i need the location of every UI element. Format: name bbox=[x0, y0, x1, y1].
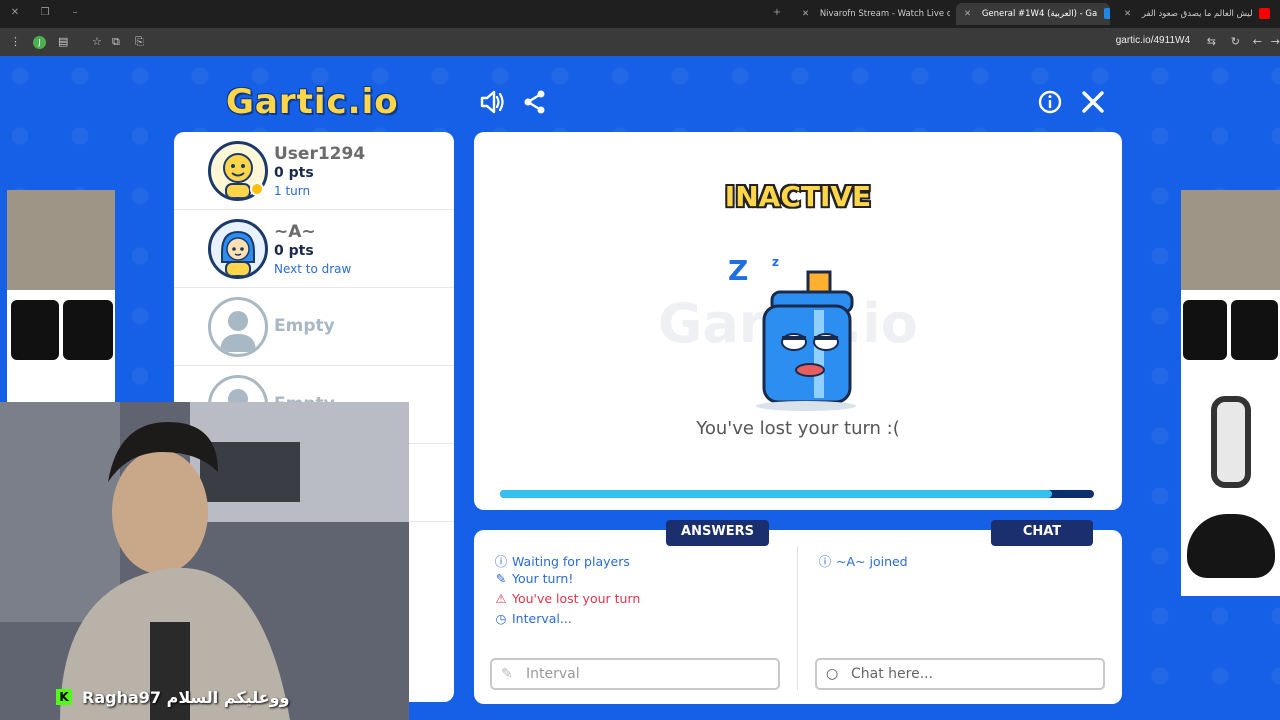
site-settings-icon[interactable]: ⇆ bbox=[1207, 35, 1216, 48]
info-icon: ⓘ bbox=[494, 554, 508, 569]
sound-icon[interactable] bbox=[478, 88, 506, 116]
close-icon[interactable] bbox=[1079, 88, 1107, 116]
back-icon[interactable]: ← bbox=[1253, 35, 1262, 48]
menu-dots-icon[interactable]: ⋮ bbox=[10, 35, 21, 48]
bookmark-star-icon[interactable]: ☆ bbox=[92, 35, 102, 48]
close-tab-icon[interactable]: ✕ bbox=[964, 9, 971, 19]
gartic-favicon-icon bbox=[1103, 8, 1110, 19]
webcam-overlay bbox=[0, 402, 409, 720]
cast-icon[interactable]: ⎘ bbox=[135, 35, 144, 49]
player-row[interactable]: User1294 0 pts 1 turn bbox=[174, 132, 454, 210]
progress-fill bbox=[500, 490, 1053, 498]
browser-address-bar: ⋮ ▤ ☆ ⧉ ⎘ gartic.io/4911W4 ⇆ ↻ ← → bbox=[0, 28, 1280, 56]
player-row-empty: Empty bbox=[174, 288, 454, 366]
player-avatar bbox=[208, 219, 268, 279]
window-minimize-icon[interactable]: – bbox=[68, 6, 82, 20]
share-icon[interactable] bbox=[521, 88, 549, 116]
camo-hoodie-image bbox=[1181, 190, 1280, 290]
window-maximize-icon[interactable]: ❐ bbox=[38, 6, 52, 20]
window-close-icon[interactable]: ✕ bbox=[8, 6, 22, 20]
answer-message: ◷ Interval... bbox=[495, 611, 572, 626]
tab-youtube[interactable]: ✕ ليش العالم ما يصدق صعود الفر bbox=[1116, 3, 1280, 25]
close-tab-icon[interactable]: ✕ bbox=[802, 9, 809, 19]
answer-message: ⓘ Waiting for players bbox=[494, 551, 630, 570]
svg-text:z: z bbox=[772, 255, 779, 269]
forward-icon[interactable]: → bbox=[1271, 35, 1280, 48]
black-jacket-image bbox=[1231, 300, 1278, 360]
new-tab-icon[interactable]: + bbox=[770, 6, 784, 20]
host-badge-icon bbox=[250, 182, 264, 196]
answers-tab[interactable]: ANSWERS bbox=[666, 520, 769, 546]
warning-icon: ⚠ bbox=[495, 591, 507, 606]
url-field[interactable]: gartic.io/4911W4 bbox=[1116, 35, 1190, 46]
tab-gartic[interactable]: ✕ General #1W4 (العربية) - Ga bbox=[956, 3, 1110, 25]
chat-message: ⓘ ~A~ joined bbox=[818, 551, 908, 570]
close-tab-icon[interactable]: ✕ bbox=[1124, 9, 1131, 19]
reload-icon[interactable]: ↻ bbox=[1231, 35, 1240, 48]
youtube-favicon-icon bbox=[1259, 8, 1271, 19]
empty-avatar-icon bbox=[208, 297, 268, 357]
webcam-caption: Ragha97 ووعليكم السلام bbox=[82, 688, 290, 707]
black-jacket-image bbox=[63, 300, 113, 360]
gartic-logo: Gartic.io bbox=[226, 82, 399, 122]
fur-hat-image bbox=[1187, 514, 1275, 578]
inactive-title: INACTIVE bbox=[724, 180, 872, 213]
turn-progress-bar bbox=[500, 490, 1094, 498]
clock-icon: ◷ bbox=[495, 611, 507, 626]
camo-hoodie-image bbox=[7, 190, 115, 290]
profile-avatar[interactable]: J bbox=[33, 36, 46, 49]
right-ad-banner[interactable] bbox=[1181, 190, 1280, 596]
info-icon: ⓘ bbox=[818, 554, 832, 569]
answer-input[interactable]: ✎ Interval bbox=[490, 658, 780, 690]
player-row[interactable]: ~A~ 0 pts Next to draw bbox=[174, 210, 454, 288]
answers-chat-panel: ANSWERS CHAT ⓘ Waiting for players ✎ Your … bbox=[474, 520, 1122, 704]
chat-input[interactable]: ○ Chat here... bbox=[815, 658, 1105, 690]
extensions-icon[interactable]: ⧉ bbox=[112, 35, 120, 49]
sleeping-marker-mascot-icon: Z z bbox=[728, 254, 856, 411]
search-icon: ○ bbox=[826, 666, 839, 682]
info-icon[interactable] bbox=[1036, 88, 1064, 116]
svg-text:Z: Z bbox=[728, 254, 748, 287]
black-jacket-image bbox=[11, 300, 59, 360]
watch-image bbox=[1211, 396, 1251, 488]
panel-divider bbox=[797, 546, 798, 690]
answer-message: ⚠ You've lost your turn bbox=[495, 591, 641, 606]
answer-message: ✎ Your turn! bbox=[495, 571, 574, 586]
canvas-area: INACTIVE Gartic.io Z z You've lost your … bbox=[474, 132, 1122, 510]
browser-tab-bar: ✕ ❐ – + ✕ ليش العالم ما يصدق صعود الفر ✕… bbox=[0, 0, 1280, 28]
lost-turn-message: You've lost your turn :( bbox=[696, 418, 900, 439]
tab-kick-stream[interactable]: ✕ Nivarofn Stream - Watch Live o bbox=[794, 3, 950, 25]
pencil-icon: ✎ bbox=[501, 666, 513, 682]
chat-tab[interactable]: CHAT bbox=[991, 520, 1093, 546]
pencil-icon: ✎ bbox=[495, 571, 507, 586]
left-ad-banner[interactable] bbox=[7, 190, 115, 402]
reading-list-icon[interactable]: ▤ bbox=[58, 35, 68, 48]
black-jacket-image bbox=[1183, 300, 1227, 360]
webcam-feed-image bbox=[0, 402, 409, 720]
kick-logo-icon: K bbox=[56, 689, 72, 705]
